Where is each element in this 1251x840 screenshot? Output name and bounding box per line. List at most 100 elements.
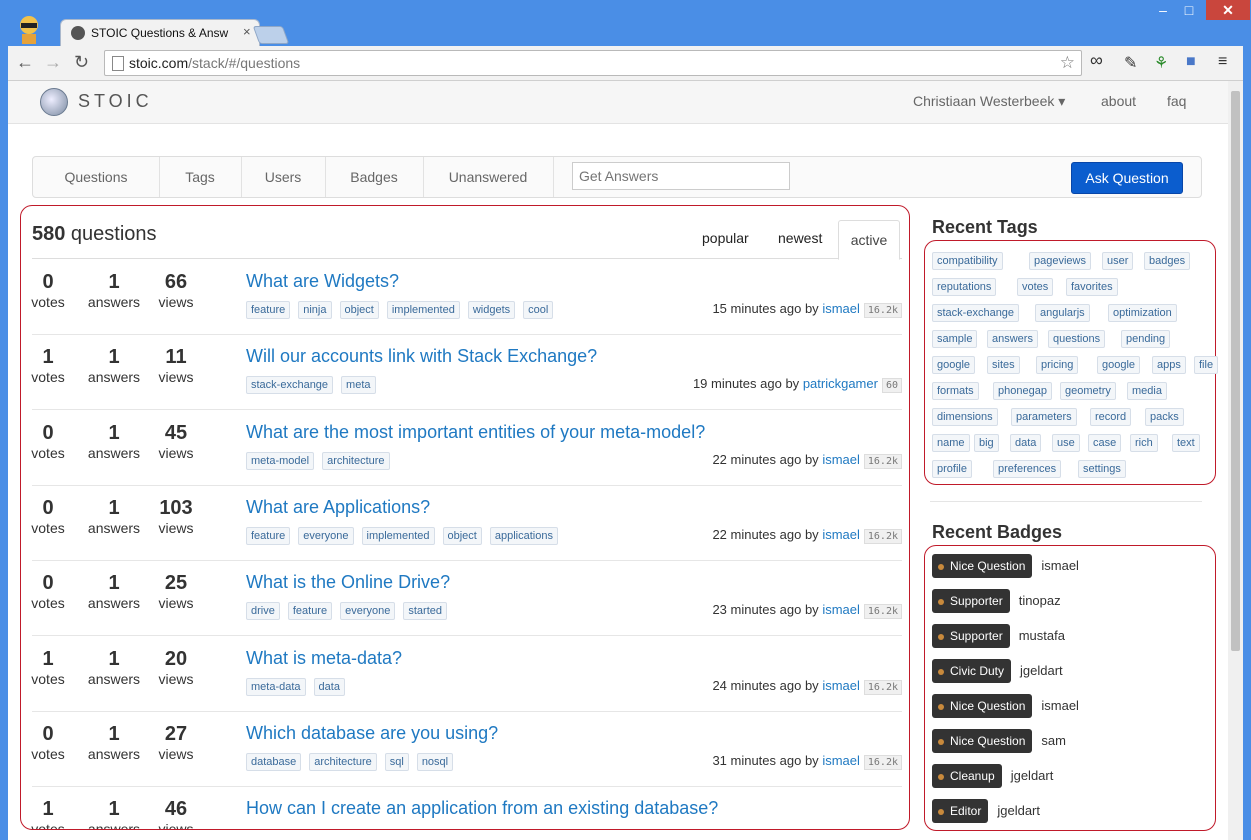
recent-tag-chip[interactable]: media [1127,382,1167,400]
tag-chip[interactable]: implemented [386,301,460,319]
recent-tag-chip[interactable]: reputations [932,278,997,296]
forward-arrow-icon[interactable]: → [44,52,62,73]
user-link[interactable]: ismael [822,753,860,768]
reload-icon[interactable]: ↻ [74,52,89,73]
badge-user-link[interactable]: sam [1041,733,1066,748]
badge-pill[interactable]: Nice Question [932,554,1033,578]
user-menu[interactable]: Christiaan Westerbeek ▾ [913,93,1065,110]
question-title-link[interactable]: What are the most important entities of … [246,422,705,443]
badge-pill[interactable]: Editor [932,799,989,823]
recent-tag-chip[interactable]: data [1010,434,1042,452]
sort-newest-tab[interactable]: newest [778,230,822,246]
badge-user-link[interactable]: jgeldart [1020,663,1063,678]
address-bar[interactable]: stoic.com/stack/#/questions ☆ [104,50,1082,76]
badge-pill[interactable]: Nice Question [932,694,1033,718]
tag-chip[interactable]: nosql [416,752,454,771]
blue-extension-icon[interactable]: ■ [1186,53,1196,71]
nav-users[interactable]: Users [241,157,326,197]
ask-question-button[interactable]: Ask Question [1071,162,1183,194]
tag-chip[interactable]: data [313,677,345,696]
badge-user-link[interactable]: mustafa [1019,628,1065,643]
tag-chip[interactable]: stack-exchange [246,376,334,395]
badge-pill[interactable]: Nice Question [932,729,1033,753]
tag-chip[interactable]: everyone [298,526,354,545]
badge-pill[interactable]: Civic Duty [932,659,1012,683]
recent-tag-chip[interactable]: geometry [1060,382,1116,400]
recent-tag-chip[interactable]: pageviews [1029,252,1091,270]
green-extension-icon[interactable]: ⚘ [1154,53,1168,73]
recent-tag-chip[interactable]: optimization [1108,304,1177,322]
tag-chip[interactable]: feature [246,301,291,319]
recent-tag-chip[interactable]: packs [1145,408,1184,426]
question-title-link[interactable]: What are Applications? [246,497,430,518]
recent-tag-chip[interactable]: sites [987,356,1020,374]
recent-tag-chip[interactable]: name [932,434,970,452]
scrollbar-thumb[interactable] [1231,91,1240,651]
user-link[interactable]: ismael [822,527,860,542]
tag-chip[interactable]: ninja [298,301,332,319]
bookmark-star-icon[interactable]: ☆ [1060,53,1075,73]
recent-tag-chip[interactable]: dimensions [932,408,998,426]
tag-chip[interactable]: database [246,752,302,771]
recent-tag-chip[interactable]: record [1090,408,1132,426]
user-link[interactable]: ismael [822,678,860,693]
badge-user-link[interactable]: ismael [1041,558,1079,573]
recent-tag-chip[interactable]: rich [1130,434,1158,452]
recent-tag-chip[interactable]: angularjs [1035,304,1090,322]
tag-chip[interactable]: feature [246,526,291,545]
tag-chip[interactable]: feature [287,602,333,621]
recent-tag-chip[interactable]: phonegap [993,382,1052,400]
tab-close-icon[interactable]: × [243,24,251,39]
recent-tag-chip[interactable]: profile [932,460,972,478]
question-title-link[interactable]: What is the Online Drive? [246,572,450,593]
close-window-button[interactable]: ✕ [1206,0,1250,20]
browser-tab[interactable]: STOIC Questions & Answ × [60,19,260,47]
stoic-logo-icon[interactable] [40,88,68,116]
tag-chip[interactable]: meta-data [246,677,306,696]
recent-tag-chip[interactable]: user [1102,252,1134,270]
tag-chip[interactable]: meta-model [246,451,315,470]
question-title-link[interactable]: What are Widgets? [246,271,399,292]
recent-tag-chip[interactable]: compatibility [932,252,1003,270]
badge-user-link[interactable]: ismael [1041,698,1079,713]
faq-link[interactable]: faq [1167,93,1186,109]
recent-tag-chip[interactable]: google [1097,356,1141,374]
page-scrollbar[interactable] [1228,81,1243,840]
about-link[interactable]: about [1101,93,1136,109]
search-input[interactable] [572,162,790,190]
recent-tag-chip[interactable]: big [974,434,999,452]
tag-chip[interactable]: object [442,526,482,545]
recent-tag-chip[interactable]: text [1172,434,1200,452]
tag-chip[interactable]: drive [246,602,280,621]
nav-questions[interactable]: Questions [33,157,160,197]
url-text[interactable]: stoic.com/stack/#/questions [129,55,300,71]
maximize-button[interactable]: □ [1176,0,1202,20]
badge-pill[interactable]: Supporter [932,624,1010,648]
tag-chip[interactable]: implemented [361,526,435,545]
recent-tag-chip[interactable]: favorites [1066,278,1118,296]
badge-pill[interactable]: Supporter [932,589,1010,613]
recent-tag-chip[interactable]: google [932,356,976,374]
recent-tag-chip[interactable]: pending [1121,330,1171,348]
recent-tag-chip[interactable]: pricing [1036,356,1079,374]
badge-user-link[interactable]: tinopaz [1019,593,1061,608]
tag-chip[interactable]: sql [384,752,409,771]
notes-extension-icon[interactable]: ✎ [1124,53,1137,73]
site-logo-text[interactable]: STOIC [78,91,153,112]
tag-chip[interactable]: everyone [340,602,396,621]
recent-tag-chip[interactable]: preferences [993,460,1062,478]
menu-icon[interactable]: ≡ [1218,53,1227,71]
nav-unanswered[interactable]: Unanswered [423,157,554,197]
recent-tag-chip[interactable]: parameters [1011,408,1077,426]
user-link[interactable]: ismael [822,301,860,316]
question-title-link[interactable]: Will our accounts link with Stack Exchan… [246,346,597,367]
badge-user-link[interactable]: jgeldart [997,803,1040,818]
recent-tag-chip[interactable]: settings [1078,460,1126,478]
question-title-link[interactable]: How can I create an application from an … [246,798,718,819]
infinity-extension-icon[interactable]: ∞ [1090,50,1103,71]
user-link[interactable]: ismael [822,452,860,467]
recent-tag-chip[interactable]: badges [1144,252,1191,270]
recent-tag-chip[interactable]: answers [987,330,1038,348]
question-title-link[interactable]: What is meta-data? [246,648,402,669]
recent-tag-chip[interactable]: file [1194,356,1219,374]
